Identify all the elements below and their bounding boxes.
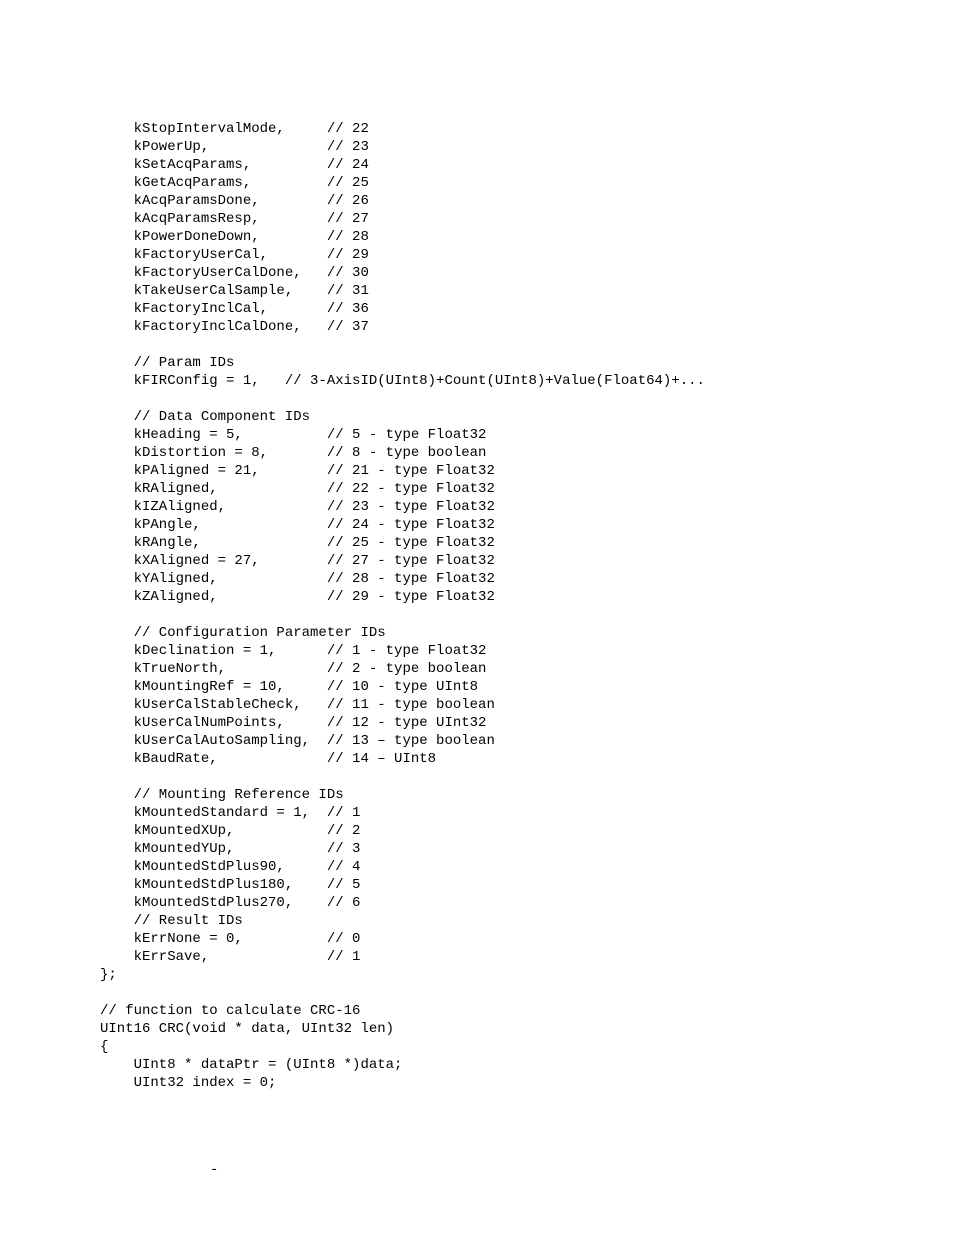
page-footer: - — [0, 1092, 954, 1218]
code-block: kStopIntervalMode, // 22 kPowerUp, // 23… — [0, 0, 954, 1092]
